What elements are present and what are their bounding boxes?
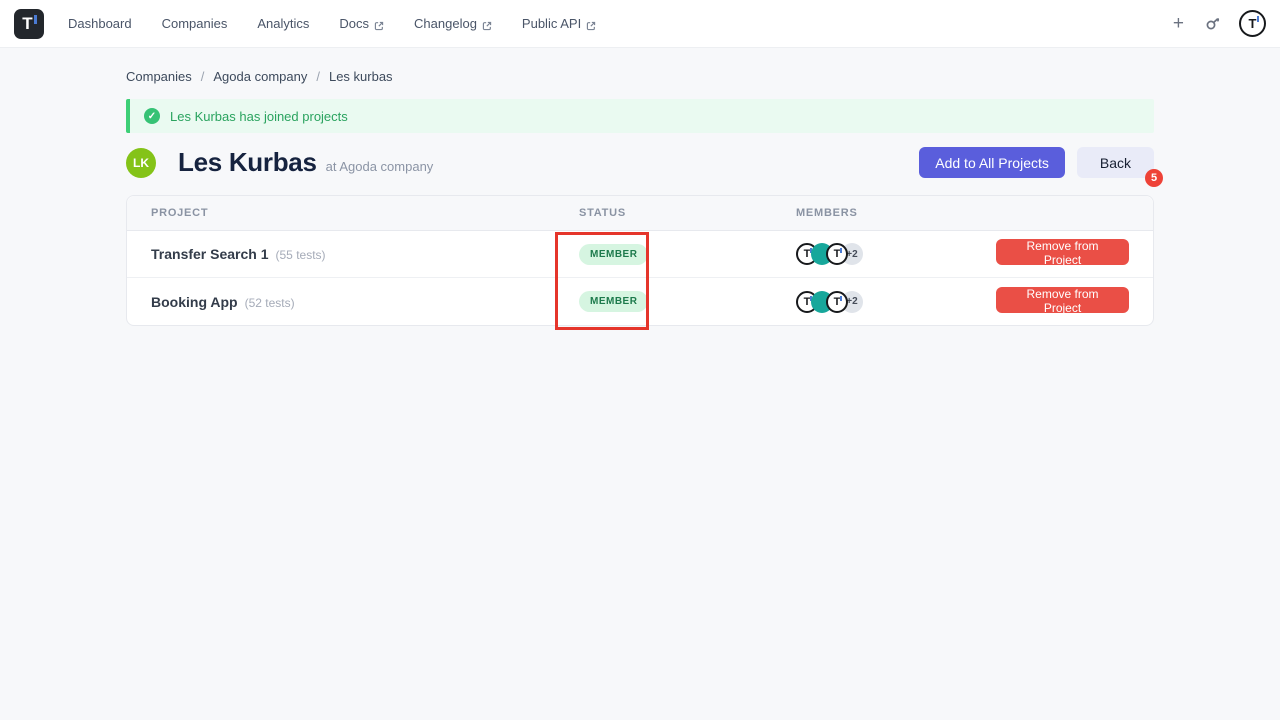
notification-badge: 5: [1145, 169, 1163, 187]
add-to-all-projects-button[interactable]: Add to All Projects: [919, 147, 1065, 178]
nav-right-actions: + T: [1171, 10, 1266, 37]
action-cell: Remove from Project: [996, 287, 1129, 317]
success-banner-message: Les Kurbas has joined projects: [170, 109, 348, 124]
nav-item-label: Analytics: [257, 16, 309, 31]
nav-item-label: Public API: [522, 16, 581, 31]
breadcrumb-les-kurbas[interactable]: Les kurbas: [329, 69, 393, 84]
action-cell: Remove from Project: [996, 239, 1129, 269]
project-tests-count: (55 tests): [276, 248, 326, 262]
status-cell: MEMBER: [579, 291, 796, 312]
status-badge: MEMBER: [579, 244, 648, 265]
members-avatar-group: T T +2: [796, 291, 996, 313]
check-icon: ✓: [144, 108, 160, 124]
main-content: Companies / Agoda company / Les kurbas ✓…: [126, 69, 1154, 326]
search-icon[interactable]: [1204, 15, 1221, 32]
status-badge: MEMBER: [579, 291, 648, 312]
status-cell: MEMBER: [579, 244, 796, 265]
remove-from-project-button[interactable]: Remove from Project: [996, 239, 1129, 265]
user-avatar[interactable]: T: [1239, 10, 1266, 37]
nav-item-label: Docs: [339, 16, 369, 31]
member-avatar-accent: [840, 296, 842, 301]
breadcrumb-companies[interactable]: Companies: [126, 69, 192, 84]
avatar: LK: [126, 148, 156, 178]
external-link-icon: [374, 19, 384, 29]
project-tests-count: (52 tests): [245, 296, 295, 310]
back-button-label: Back: [1100, 155, 1131, 171]
projects-table: PROJECT STATUS MEMBERS Transfer Search 1…: [126, 195, 1154, 326]
nav-item-label: Companies: [162, 16, 228, 31]
page-title: Les Kurbas: [178, 147, 317, 178]
member-avatar-accent: [840, 248, 842, 253]
plus-icon[interactable]: +: [1171, 14, 1186, 33]
page-header: LK Les Kurbas at Agoda company Add to Al…: [126, 147, 1154, 178]
table-header-row: PROJECT STATUS MEMBERS: [127, 196, 1153, 231]
project-cell: Transfer Search 1 (55 tests): [151, 246, 579, 262]
back-button[interactable]: Back 5: [1077, 147, 1154, 178]
column-header-project: PROJECT: [151, 207, 579, 219]
title-wrap: Les Kurbas at Agoda company: [178, 147, 433, 178]
member-avatar: T: [826, 243, 848, 265]
nav-item-analytics[interactable]: Analytics: [257, 16, 309, 31]
brand-logo[interactable]: T: [14, 9, 44, 39]
project-name-link[interactable]: Booking App: [151, 294, 238, 310]
breadcrumb: Companies / Agoda company / Les kurbas: [126, 69, 1154, 84]
nav-item-companies[interactable]: Companies: [162, 16, 228, 31]
table-row: Booking App (52 tests) MEMBER T T +2 Re: [127, 278, 1153, 325]
top-navbar: T Dashboard Companies Analytics Docs Cha…: [0, 0, 1280, 48]
members-avatar-group: T T +2: [796, 243, 996, 265]
project-name-link[interactable]: Transfer Search 1: [151, 246, 269, 262]
nav-item-label: Dashboard: [68, 16, 132, 31]
brand-logo-accent: [34, 15, 37, 24]
remove-from-project-button[interactable]: Remove from Project: [996, 287, 1129, 313]
nav-item-label: Changelog: [414, 16, 477, 31]
project-cell: Booking App (52 tests): [151, 294, 579, 310]
breadcrumb-agoda-company[interactable]: Agoda company: [213, 69, 307, 84]
main-nav: Dashboard Companies Analytics Docs Chang…: [68, 16, 596, 31]
member-avatar: T: [826, 291, 848, 313]
external-link-icon: [586, 19, 596, 29]
nav-item-public-api[interactable]: Public API: [522, 16, 596, 31]
brand-logo-letter: T: [22, 15, 32, 32]
external-link-icon: [482, 19, 492, 29]
nav-item-changelog[interactable]: Changelog: [414, 16, 492, 31]
success-banner: ✓ Les Kurbas has joined projects: [126, 99, 1154, 133]
breadcrumb-separator: /: [201, 69, 205, 84]
page-subtitle: at Agoda company: [326, 159, 434, 174]
user-avatar-accent: [1257, 16, 1259, 22]
table-row: Transfer Search 1 (55 tests) MEMBER T T …: [127, 231, 1153, 278]
nav-item-dashboard[interactable]: Dashboard: [68, 16, 132, 31]
user-avatar-letter: T: [1249, 16, 1257, 31]
column-header-status: STATUS: [579, 207, 796, 219]
nav-item-docs[interactable]: Docs: [339, 16, 384, 31]
header-actions: Add to All Projects Back 5: [919, 147, 1154, 178]
column-header-members: MEMBERS: [796, 207, 996, 219]
breadcrumb-separator: /: [316, 69, 320, 84]
